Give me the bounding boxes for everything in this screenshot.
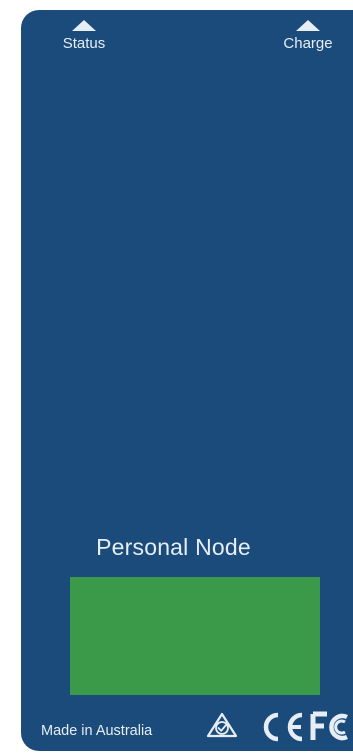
charge-arrow-icon <box>296 20 320 31</box>
status-indicator: Status <box>49 20 119 53</box>
device-panel: Status Charge Personal Node Made in Aust… <box>21 10 353 751</box>
rcm-icon <box>206 712 238 738</box>
product-name: Personal Node <box>96 534 251 560</box>
status-label: Status <box>62 35 106 52</box>
origin-text: Made in Australia <box>41 723 153 739</box>
charge-indicator: Charge <box>269 20 347 53</box>
green-label-area <box>70 577 320 695</box>
fcc-mark-icon <box>310 711 348 741</box>
ce-mark-icon <box>263 712 303 742</box>
status-arrow-icon <box>72 20 96 31</box>
charge-label: Charge <box>283 35 333 52</box>
